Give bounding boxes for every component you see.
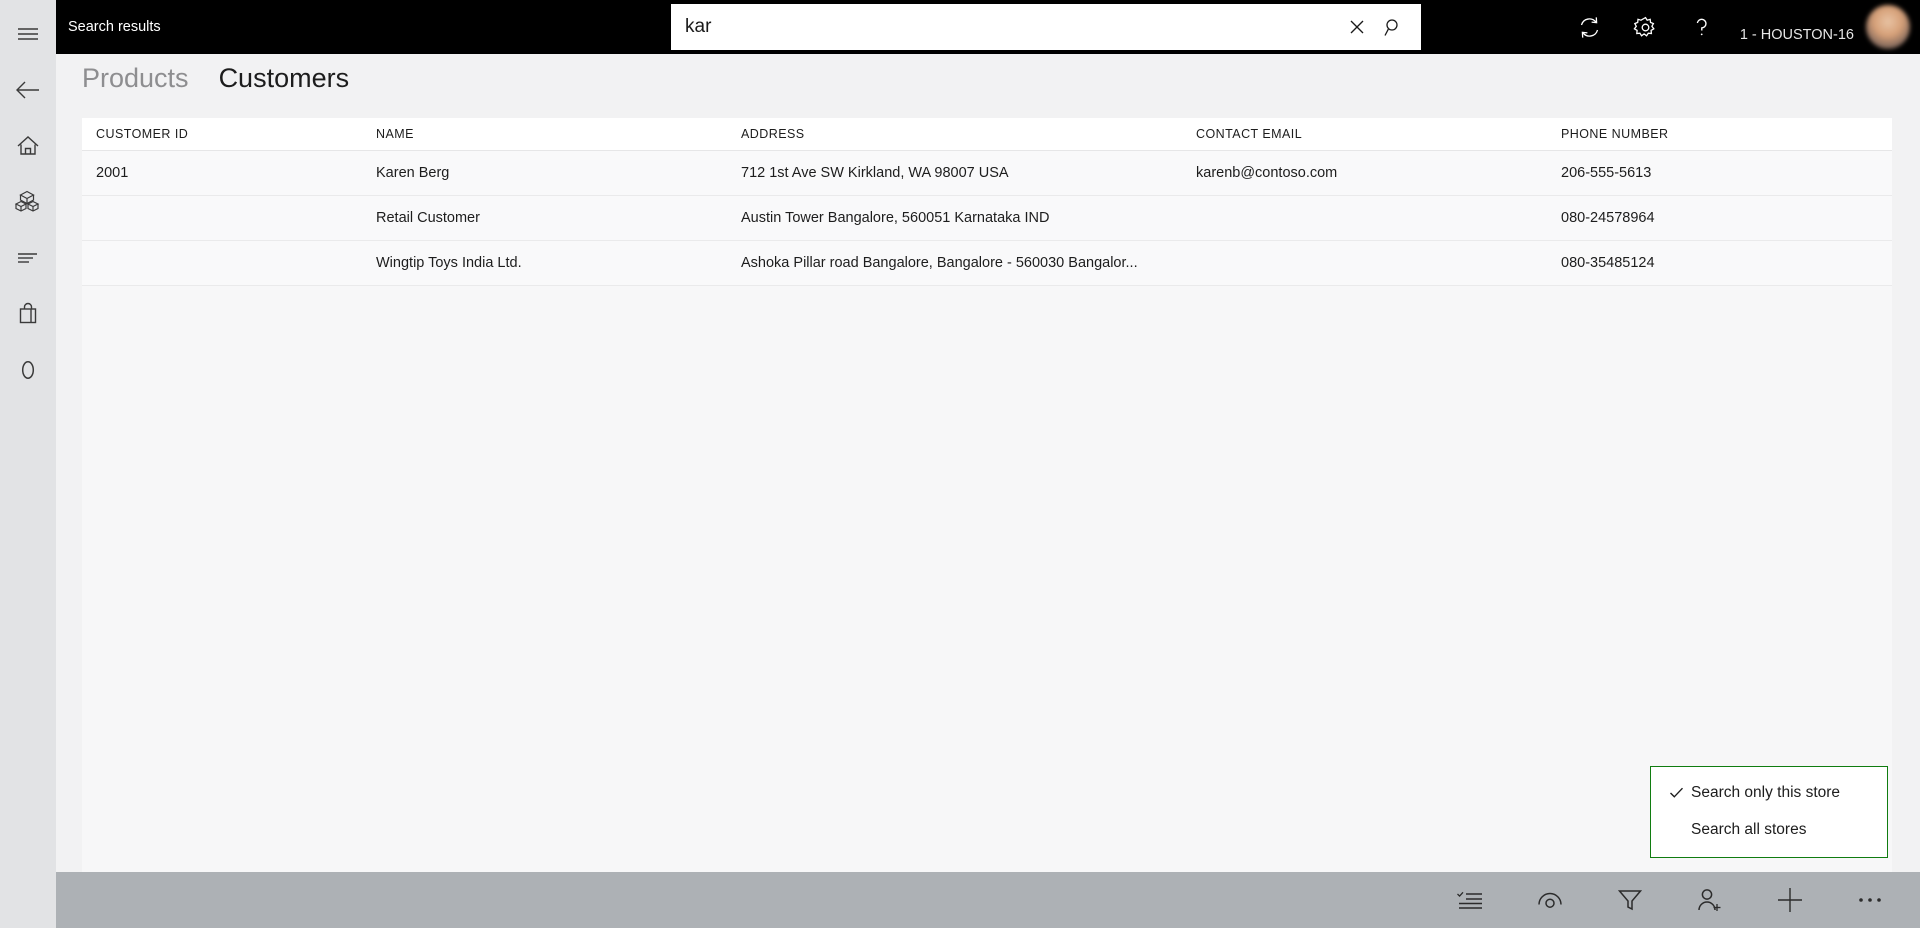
cell-customer-id [82, 195, 362, 241]
help-icon[interactable] [1674, 0, 1730, 54]
search-scope-dropdown: Search only this store Search all stores [1650, 766, 1888, 858]
search-icon[interactable] [1375, 7, 1411, 47]
products-icon[interactable] [0, 174, 56, 230]
table-row[interactable]: Retail Customer Austin Tower Bangalore, … [82, 195, 1892, 241]
left-navigation-rail [0, 0, 56, 928]
search-box[interactable] [671, 4, 1421, 50]
top-bar-actions: 1 - HOUSTON-16 [1562, 0, 1920, 54]
main-column: Search results kar 1 - HOUSTON-16 Produc… [56, 0, 1920, 928]
close-icon[interactable] [1339, 7, 1375, 47]
tab-products[interactable]: Products [82, 63, 189, 94]
avatar[interactable] [1866, 5, 1910, 49]
customers-table: CUSTOMER ID NAME ADDRESS CONTACT EMAIL P… [82, 118, 1892, 286]
cell-phone-number: 206-555-5613 [1547, 150, 1892, 196]
cell-name: Karen Berg [362, 150, 727, 196]
grid-empty-space [82, 285, 1892, 872]
content-area: Products Customers CUSTOMER ID NAME ADDR… [56, 54, 1920, 872]
check-icon [1661, 784, 1691, 801]
view-eye-icon[interactable] [1510, 872, 1590, 928]
cell-phone-number: 080-24578964 [1547, 195, 1892, 241]
table-row[interactable]: 2001 Karen Berg 712 1st Ave SW Kirkland,… [82, 150, 1892, 196]
home-icon[interactable] [0, 118, 56, 174]
result-tabs: Products Customers [56, 54, 1920, 102]
cell-contact-email [1182, 195, 1547, 241]
table-row[interactable]: Wingtip Toys India Ltd. Ashoka Pillar ro… [82, 240, 1892, 286]
bottom-toolbar [56, 872, 1920, 928]
menu-item-label: Search all stores [1691, 820, 1807, 838]
table-header-row: CUSTOMER ID NAME ADDRESS CONTACT EMAIL P… [82, 118, 1892, 151]
column-header-address[interactable]: ADDRESS [727, 118, 1182, 151]
list-lines-icon[interactable] [0, 230, 56, 286]
user-info[interactable]: 1 - HOUSTON-16 [1740, 0, 1866, 54]
results-grid: CUSTOMER ID NAME ADDRESS CONTACT EMAIL P… [82, 118, 1892, 872]
menu-item-label: Search only this store [1691, 783, 1841, 801]
cell-address: 712 1st Ave SW Kirkland, WA 98007 USA [727, 150, 1182, 196]
filter-icon[interactable] [1590, 872, 1670, 928]
search-input[interactable] [685, 7, 1339, 47]
menu-item-search-all-stores[interactable]: Search all stores [1651, 811, 1887, 848]
select-list-icon[interactable] [1430, 872, 1510, 928]
column-header-contact-email[interactable]: CONTACT EMAIL [1182, 118, 1547, 151]
plus-icon[interactable] [1750, 872, 1830, 928]
cell-address: Ashoka Pillar road Bangalore, Bangalore … [727, 240, 1182, 286]
tab-customers[interactable]: Customers [219, 63, 350, 94]
menu-icon[interactable] [0, 6, 56, 62]
shopping-bag-icon[interactable] [0, 286, 56, 342]
column-header-customer-id[interactable]: CUSTOMER ID [82, 118, 362, 151]
more-icon[interactable] [1830, 872, 1910, 928]
cell-contact-email: karenb@contoso.com [1182, 150, 1547, 196]
add-person-icon[interactable] [1670, 872, 1750, 928]
cell-address: Austin Tower Bangalore, 560051 Karnataka… [727, 195, 1182, 241]
cell-customer-id [82, 240, 362, 286]
check-icon-placeholder [1661, 821, 1691, 838]
page-title: Search results [68, 19, 161, 35]
column-header-phone-number[interactable]: PHONE NUMBER [1547, 118, 1892, 151]
cell-customer-id: 2001 [82, 150, 362, 196]
app-window: Search results kar 1 - HOUSTON-16 Produc… [0, 0, 1920, 928]
cell-name: Retail Customer [362, 195, 727, 241]
cell-phone-number: 080-35485124 [1547, 240, 1892, 286]
oval-icon[interactable] [0, 342, 56, 398]
user-store: 1 - HOUSTON-16 [1739, 27, 1854, 43]
cell-contact-email [1182, 240, 1547, 286]
column-header-name[interactable]: NAME [362, 118, 727, 151]
gear-icon[interactable] [1618, 0, 1674, 54]
top-bar: Search results kar 1 - HOUSTON-16 [56, 0, 1920, 54]
refresh-icon[interactable] [1562, 0, 1618, 54]
cell-name: Wingtip Toys India Ltd. [362, 240, 727, 286]
back-icon[interactable] [0, 62, 56, 118]
menu-item-search-only-this-store[interactable]: Search only this store [1651, 774, 1887, 811]
